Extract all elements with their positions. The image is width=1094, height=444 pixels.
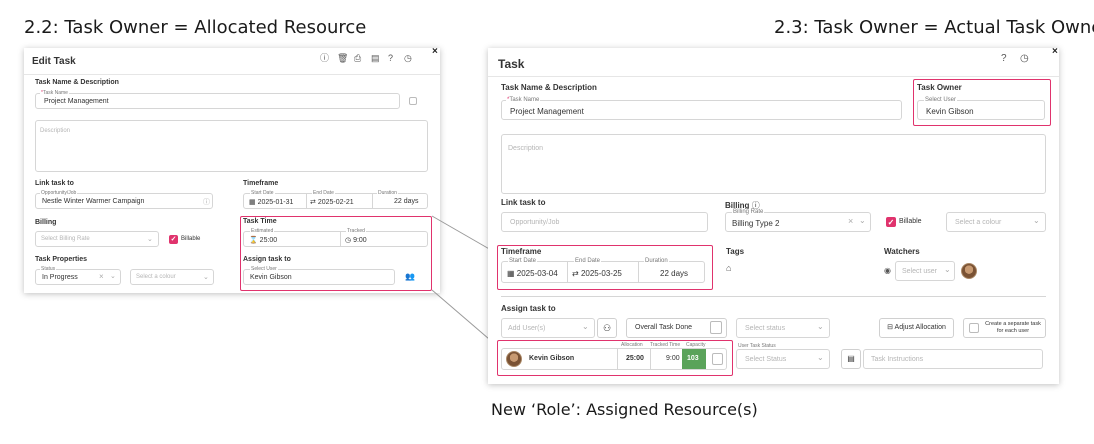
duration-label: Duration — [644, 258, 669, 264]
description-placeholder: Description — [508, 145, 544, 152]
select-status-placeholder: Select status — [745, 325, 786, 332]
adjust-allocation-label: Adjust Allocation — [894, 324, 946, 331]
adjust-allocation-button[interactable]: ⊟ Adjust Allocation — [879, 318, 954, 338]
watchers-placeholder: Select user — [902, 268, 938, 275]
end-date-label: End Date — [574, 258, 602, 264]
field-divider — [638, 262, 639, 282]
select-status-dropdown[interactable]: Select status ⌄ — [736, 318, 830, 338]
duration-value: 22 days — [660, 269, 689, 278]
chevron-down-icon: ⌄ — [582, 322, 589, 331]
separate-task-label: Create a separate task for each user — [985, 321, 1041, 334]
user-status-placeholder: Select Status — [745, 356, 787, 363]
task-instructions-input[interactable]: Task Instructions — [863, 349, 1043, 369]
task-owner-select[interactable]: Select User Kevin Gibson — [917, 97, 1045, 120]
tags-label: Tags — [726, 247, 745, 256]
resource-avatar — [506, 351, 522, 367]
field-divider — [567, 262, 568, 282]
header-divider — [488, 76, 1059, 77]
assign-task-label: Assign task to — [501, 304, 556, 313]
timeframe-label: Timeframe — [501, 247, 542, 256]
tracked-time-value: 9:00 — [666, 355, 680, 362]
watchers-label: Watchers — [884, 247, 920, 256]
watchers-select[interactable]: Select user ⌄ — [895, 261, 955, 281]
chevron-down-icon: ⌄ — [817, 353, 824, 362]
calendar-icon: ▦ — [507, 269, 517, 278]
add-user-icon: ⚇ — [602, 323, 612, 333]
colour-placeholder: Select a colour — [955, 219, 1002, 226]
end-date-value: ⇄ 2025-03-25 — [572, 269, 622, 278]
billing-rate-select[interactable]: Billing Rate Billing Type 2 × ⌄ — [725, 209, 871, 232]
billing-rate-value: Billing Type 2 — [732, 219, 780, 228]
field-divider — [650, 349, 651, 369]
chevron-down-icon: ⌄ — [944, 265, 951, 274]
billable-label: Billable — [899, 218, 922, 225]
opportunity-select[interactable]: Opportunity/Job — [501, 212, 708, 232]
eye-icon: ◉ — [884, 266, 891, 275]
resource-name: Kevin Gibson — [529, 355, 575, 362]
link-task-label: Link task to — [501, 198, 546, 207]
separate-task-toggle[interactable]: Create a separate task for each user — [963, 318, 1046, 338]
task-panel: Task ? ◷ × Task Name & Description *Task… — [488, 46, 1059, 384]
overall-task-done-label: Overall Task Done — [635, 324, 693, 331]
help-icon[interactable]: ? — [1001, 54, 1007, 64]
history-icon[interactable]: ◷ — [1020, 54, 1029, 64]
watcher-avatar[interactable] — [961, 263, 977, 279]
overall-task-done-checkbox[interactable] — [710, 321, 722, 334]
start-date-label: Start Date — [508, 258, 538, 264]
allocation-value: 25:00 — [626, 355, 644, 362]
task-name-value: Project Management — [510, 107, 584, 116]
panel-title: Task — [498, 57, 525, 71]
user-status-select[interactable]: Select Status ⌄ — [736, 349, 830, 369]
connector-resource — [431, 289, 497, 346]
separate-task-checkbox[interactable] — [969, 323, 979, 333]
resource-done-checkbox[interactable] — [712, 353, 723, 365]
task-owner-label: Task Owner — [917, 83, 962, 92]
capacity-badge: 103 — [682, 349, 706, 369]
billing-rate-label: Billing Rate — [732, 209, 765, 215]
chevron-down-icon: ⌄ — [859, 216, 866, 225]
chevron-down-icon: ⌄ — [817, 322, 824, 331]
task-name-section-label: Task Name & Description — [501, 83, 597, 92]
task-name-input[interactable]: *Task Name Project Management — [501, 97, 902, 120]
start-date-value: ▦ 2025-03-04 — [507, 269, 558, 278]
task-owner-value: Kevin Gibson — [926, 107, 974, 116]
clipboard-icon: ▤ — [847, 354, 855, 363]
opportunity-placeholder: Opportunity/Job — [510, 219, 560, 226]
tag-icon[interactable]: ⌂ — [726, 264, 731, 273]
instructions-button[interactable]: ▤ — [841, 349, 861, 369]
section-divider — [501, 296, 1046, 297]
task-name-field-label: *Task Name — [506, 97, 541, 103]
swap-icon: ⇄ — [572, 269, 581, 278]
add-user-button[interactable]: ⚇ — [597, 318, 617, 338]
field-divider — [617, 349, 618, 369]
select-user-label: Select User — [924, 97, 958, 103]
clear-icon[interactable]: × — [848, 216, 853, 226]
close-icon[interactable]: × — [1052, 46, 1058, 57]
billable-checkbox[interactable]: ✓ — [886, 217, 896, 227]
allocation-icon: ⊟ — [887, 324, 895, 331]
capacity-value: 103 — [687, 355, 699, 362]
timeframe-range[interactable]: Start Date ▦ 2025-03-04 End Date ⇄ 2025-… — [501, 258, 705, 283]
chevron-down-icon: ⌄ — [1033, 216, 1040, 225]
add-users-placeholder: Add User(s) — [508, 325, 546, 332]
description-textarea[interactable]: Description — [501, 134, 1046, 194]
task-instructions-placeholder: Task Instructions — [871, 356, 924, 363]
add-users-select[interactable]: Add User(s) ⌄ — [501, 318, 595, 338]
colour-select[interactable]: Select a colour ⌄ — [946, 212, 1046, 232]
resource-row[interactable]: Kevin Gibson 25:00 9:00 103 — [501, 348, 727, 370]
